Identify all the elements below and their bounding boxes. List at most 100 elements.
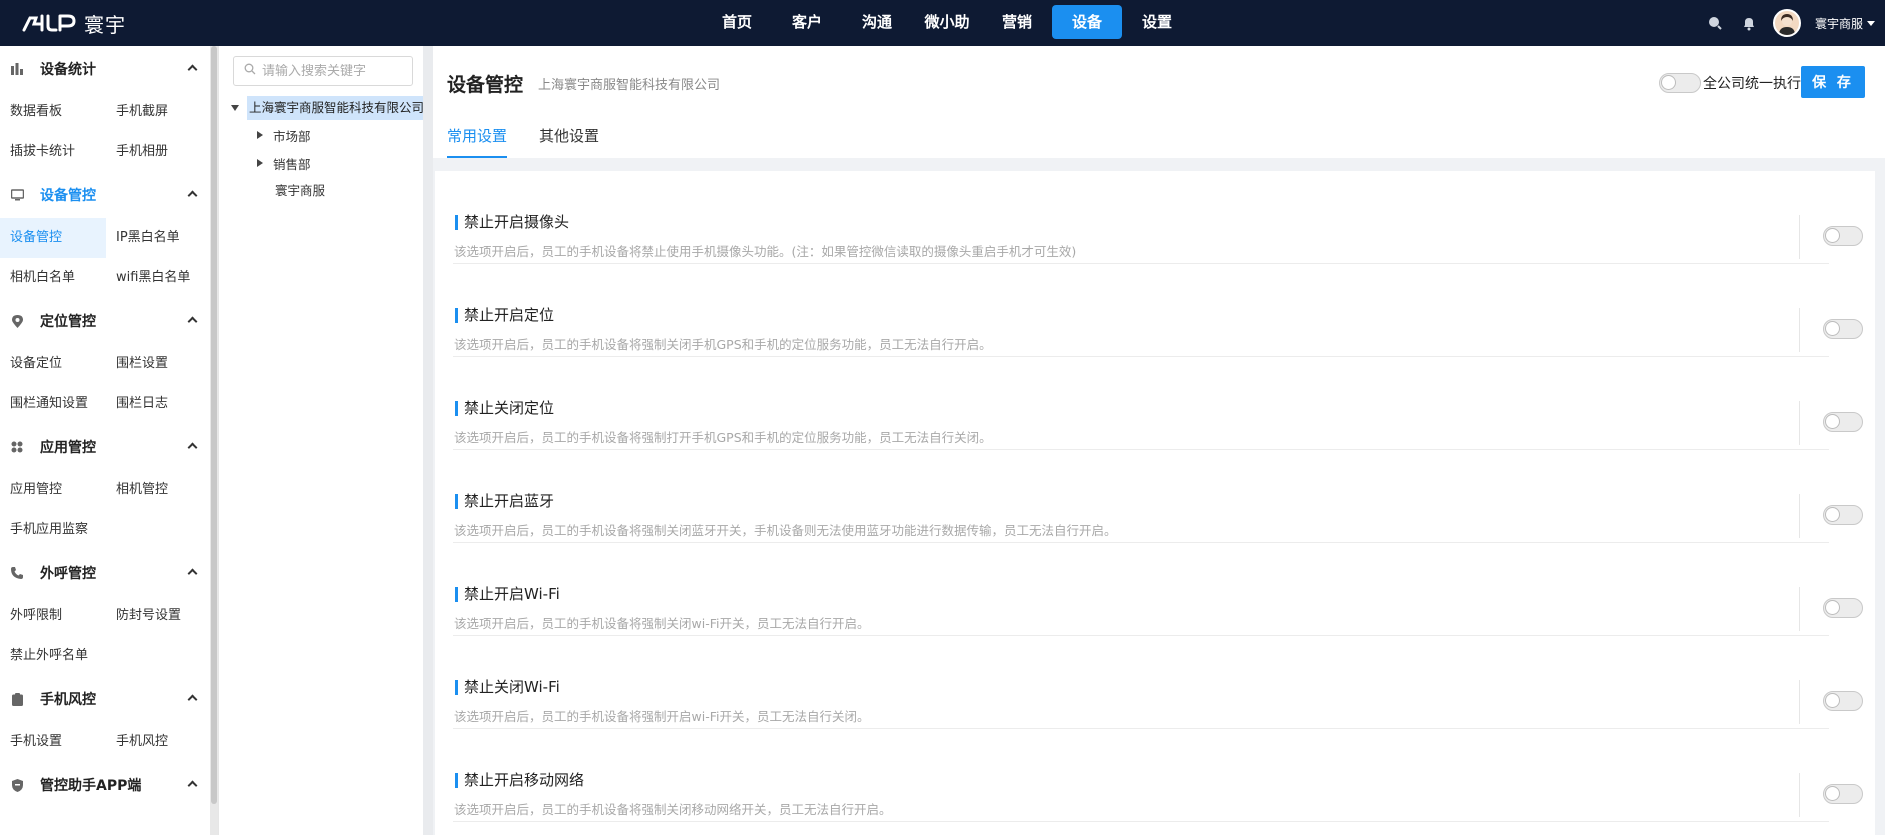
sidebar-item-screenshot[interactable]: 手机截屏	[106, 92, 212, 132]
user-menu[interactable]: 寰宇商服	[1815, 15, 1875, 32]
tab-common-settings[interactable]: 常用设置	[447, 126, 508, 158]
tabs: 常用设置 其他设置	[447, 126, 599, 158]
sidebar-item-album[interactable]: 手机相册	[106, 132, 212, 172]
logo-mark-icon	[22, 14, 76, 32]
toggle-knob	[1825, 228, 1840, 243]
toggle-switch[interactable]	[1659, 73, 1701, 93]
setting-toggle[interactable]	[1823, 691, 1863, 711]
setting-desc: 该选项开启后，员工的手机设备将强制关闭蓝牙开关，手机设备则无法使用蓝牙功能进行数…	[454, 523, 1117, 538]
sidebar-group-header[interactable]: 管控助手APP端	[0, 762, 218, 808]
setting-toggle[interactable]	[1823, 784, 1863, 804]
sidebar-group-device-control: 设备管控 设备管控 IP黑白名单 相机白名单 wifi黑白名单	[0, 172, 218, 298]
sidebar-item-phone-settings[interactable]: 手机设置	[0, 722, 106, 762]
setting-title: 禁止开启移动网络	[455, 773, 584, 788]
nav-item-device[interactable]: 设备	[1052, 5, 1122, 39]
search-icon[interactable]	[1705, 13, 1725, 33]
nav-item-settings[interactable]: 设置	[1122, 5, 1192, 39]
toggle-knob	[1825, 321, 1840, 336]
caret-right-icon[interactable]	[257, 159, 263, 167]
chevron-up-icon	[187, 190, 198, 201]
global-execute-toggle[interactable]: 全公司统一执行	[1659, 73, 1801, 93]
sidebar-item-fence-notify[interactable]: 围栏通知设置	[0, 384, 106, 424]
setting-toggle[interactable]	[1823, 412, 1863, 432]
tree-leaf-user[interactable]: 寰宇商服	[275, 179, 325, 203]
save-button[interactable]: 保 存	[1801, 66, 1865, 98]
sidebar-item-device-control[interactable]: 设备管控	[0, 218, 106, 258]
setting-toggle[interactable]	[1823, 505, 1863, 525]
sidebar-item-camera-control[interactable]: 相机管控	[106, 470, 212, 510]
shield-icon	[10, 778, 24, 792]
caret-right-icon[interactable]	[257, 131, 263, 139]
sidebar-group-header[interactable]: 设备管控	[0, 172, 218, 218]
nav-item-assistant[interactable]: 微小助	[912, 5, 982, 39]
top-navbar: 寰宇 首页 客户 沟通 微小助 营销 设备 设置 寰宇商服	[0, 0, 1885, 46]
divider	[1799, 308, 1800, 352]
tree-node-label: 市场部	[273, 128, 311, 144]
chevron-up-icon	[187, 316, 198, 327]
panel-divider	[423, 46, 433, 835]
setting-toggle[interactable]	[1823, 319, 1863, 339]
scrollbar-thumb[interactable]	[211, 46, 217, 804]
sidebar-item-data-board[interactable]: 数据看板	[0, 92, 106, 132]
setting-title: 禁止关闭定位	[455, 401, 554, 416]
sidebar-item-sim-stats[interactable]: 插拔卡统计	[0, 132, 106, 172]
divider	[1799, 773, 1800, 817]
sidebar-item-fence-log[interactable]: 围栏日志	[106, 384, 212, 424]
sidebar-item-fence-settings[interactable]: 围栏设置	[106, 344, 212, 384]
tree-node-root[interactable]: 上海寰宇商服智能科技有限公司	[231, 96, 424, 120]
sidebar-group-header[interactable]: 定位管控	[0, 298, 218, 344]
sidebar-item-app-control[interactable]: 应用管控	[0, 470, 106, 510]
logo[interactable]: 寰宇	[20, 9, 126, 37]
setting-title: 禁止开启Wi-Fi	[455, 587, 560, 602]
device-icon	[10, 188, 24, 202]
nav-item-customer[interactable]: 客户	[772, 5, 842, 39]
sidebar-group-header[interactable]: 应用管控	[0, 424, 218, 470]
toggle-knob	[1661, 75, 1676, 90]
setting-toggle[interactable]	[1823, 226, 1863, 246]
bell-icon[interactable]	[1739, 13, 1759, 33]
setting-desc: 该选项开启后，员工的手机设备将强制关闭移动网络开关，员工无法自行开启。	[454, 802, 892, 817]
nav-item-home[interactable]: 首页	[702, 5, 772, 39]
sidebar-item-phone-risk[interactable]: 手机风控	[106, 722, 212, 762]
bar-chart-icon	[10, 62, 24, 76]
sidebar-group-header[interactable]: 设备统计	[0, 46, 218, 92]
user-name: 寰宇商服	[1814, 16, 1863, 31]
setting-title: 禁止开启摄像头	[455, 215, 569, 230]
sidebar-scrollbar[interactable]	[210, 46, 218, 835]
sidebar-group-header[interactable]: 手机风控	[0, 676, 218, 722]
chevron-up-icon	[187, 64, 198, 75]
sidebar-item-anti-block[interactable]: 防封号设置	[106, 596, 212, 636]
setting-title: 禁止关闭Wi-Fi	[455, 680, 560, 695]
sidebar-item-app-monitor[interactable]: 手机应用监察	[0, 510, 212, 550]
divider	[1799, 680, 1800, 724]
sidebar-group-title: 设备统计	[40, 62, 96, 78]
tree-search-input[interactable]	[262, 63, 402, 79]
avatar[interactable]	[1772, 9, 1801, 37]
sidebar-group-header[interactable]: 外呼管控	[0, 550, 218, 596]
divider	[1799, 401, 1800, 445]
company-name: 上海寰宇商服智能科技有限公司	[538, 78, 721, 93]
caret-down-icon[interactable]	[231, 105, 239, 111]
setting-desc: 该选项开启后，员工的手机设备将强制关闭手机GPS和手机的定位服务功能，员工无法自…	[454, 337, 992, 352]
setting-toggle[interactable]	[1823, 598, 1863, 618]
sidebar-item-camera-whitelist[interactable]: 相机白名单	[0, 258, 106, 298]
nav-item-marketing[interactable]: 营销	[982, 5, 1052, 39]
sidebar-item-call-blacklist[interactable]: 禁止外呼名单	[0, 636, 212, 676]
tree-search	[233, 56, 413, 86]
sidebar-item-device-location[interactable]: 设备定位	[0, 344, 106, 384]
tree-node-marketing[interactable]: 市场部	[257, 123, 311, 147]
toggle-knob	[1825, 786, 1840, 801]
nav-item-communication[interactable]: 沟通	[842, 5, 912, 39]
sidebar-group-title: 管控助手APP端	[40, 778, 142, 794]
tree-node-sales[interactable]: 销售部	[257, 151, 311, 175]
sidebar-item-call-limit[interactable]: 外呼限制	[0, 596, 106, 636]
sidebar-group-title: 外呼管控	[40, 566, 96, 582]
setting-row-wifi-on: 禁止开启Wi-Fi 该选项开启后，员工的手机设备将强制关闭wi-Fi开关，员工无…	[453, 543, 1863, 636]
sidebar-item-wifi-list[interactable]: wifi黑白名单	[106, 258, 212, 298]
logo-text: 寰宇	[84, 12, 126, 37]
tab-other-settings[interactable]: 其他设置	[539, 126, 599, 158]
setting-desc: 该选项开启后，员工的手机设备将强制开启wi-Fi开关，员工无法自行关闭。	[454, 709, 870, 724]
sidebar-item-ip-list[interactable]: IP黑白名单	[106, 218, 212, 258]
top-right-tools: 寰宇商服	[1705, 0, 1875, 46]
setting-title: 禁止开启蓝牙	[455, 494, 554, 509]
